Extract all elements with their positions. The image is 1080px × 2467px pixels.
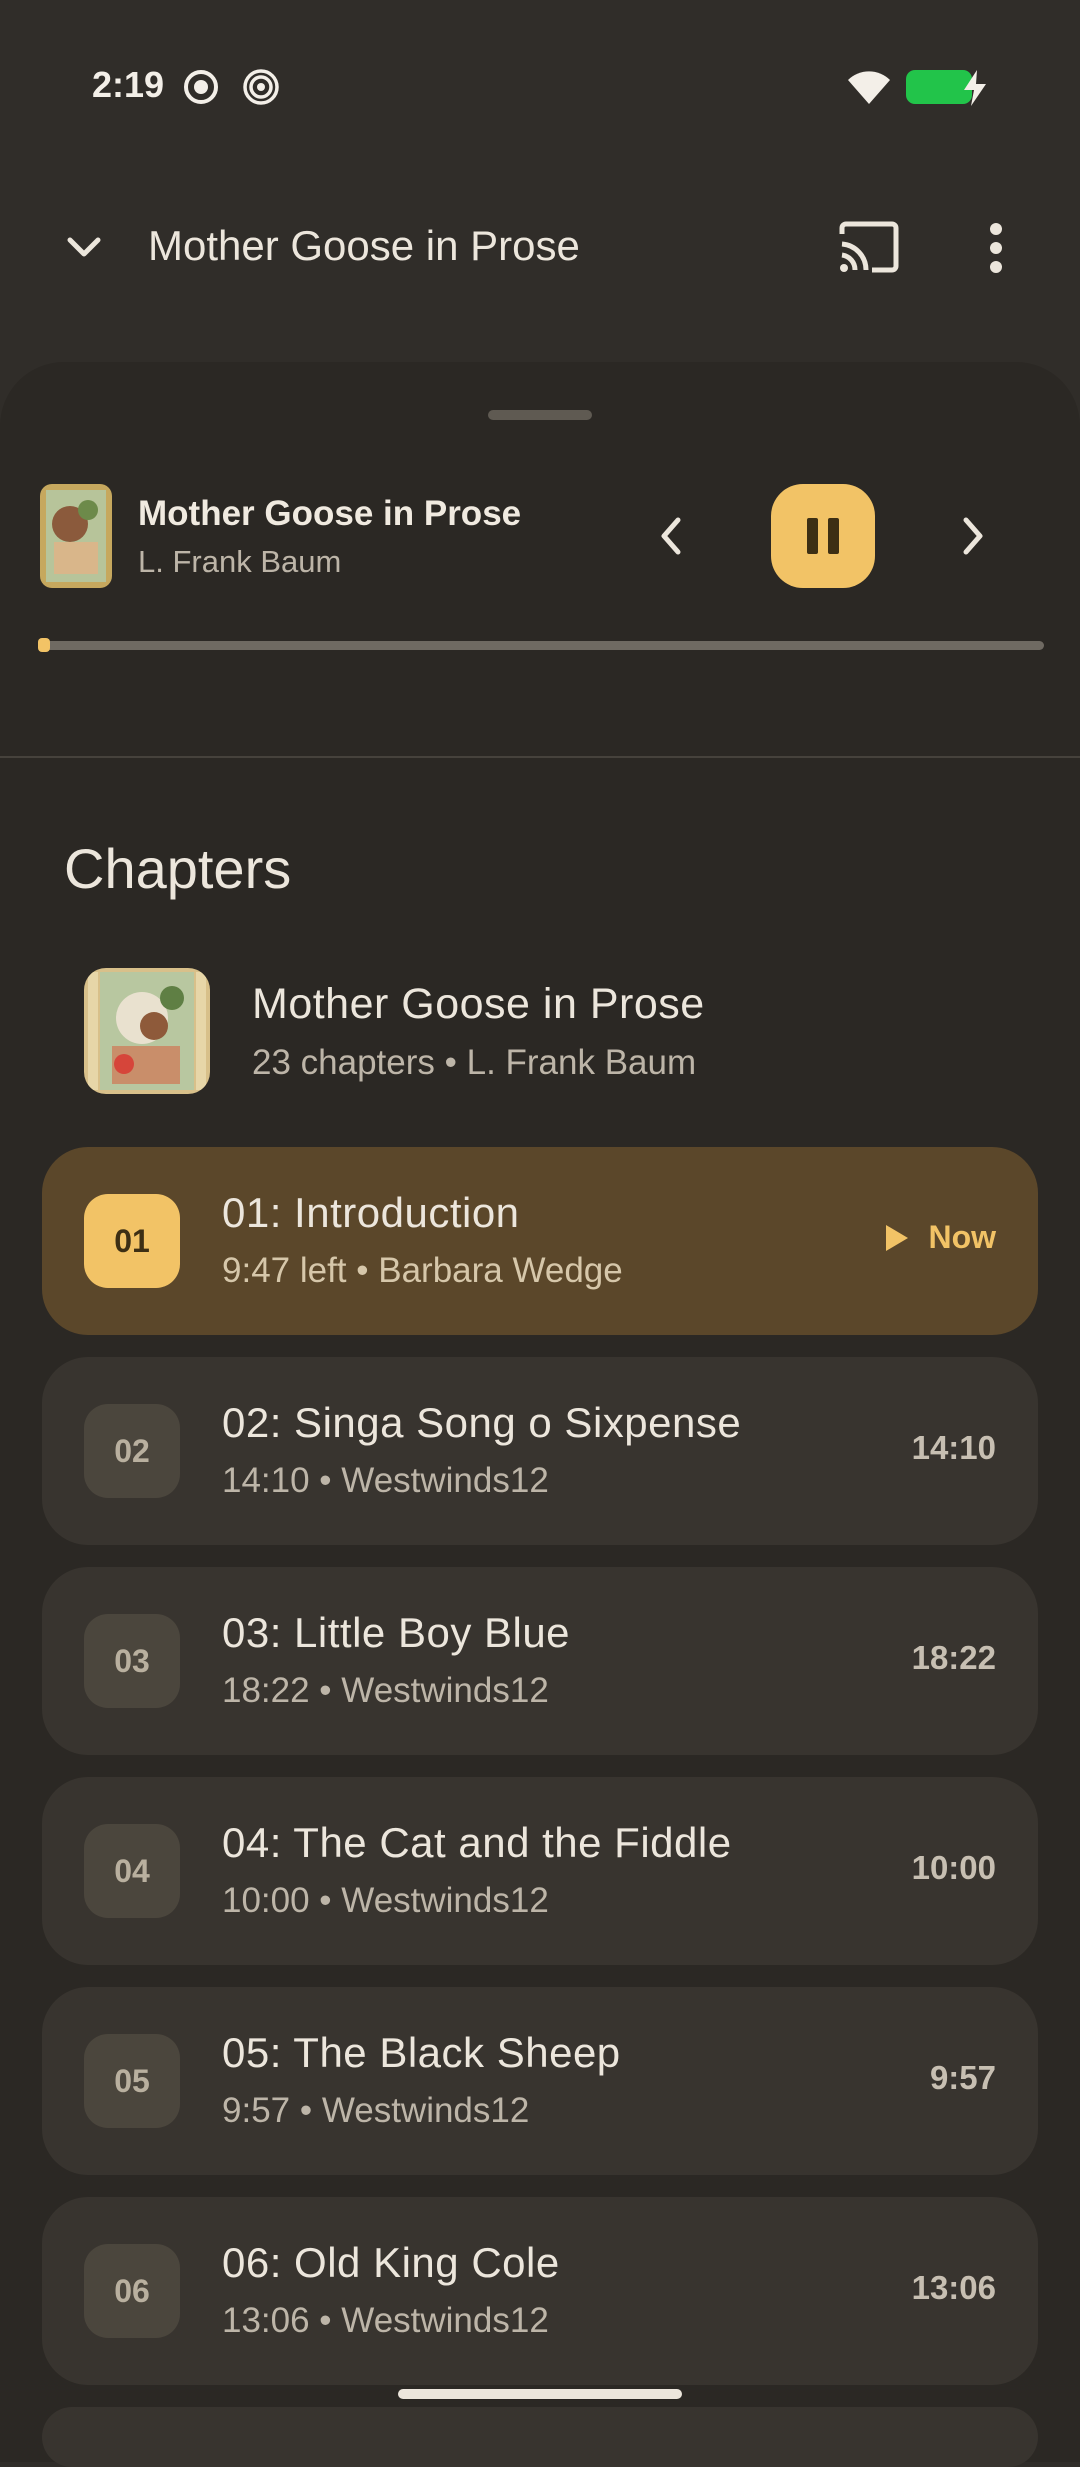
chapter-number-badge: 05 [84, 2034, 180, 2128]
chapter-item-01[interactable]: 01 01: Introduction 9:47 left • Barbara … [42, 1147, 1038, 1335]
wifi-icon [848, 71, 890, 104]
book-cover-image [84, 968, 210, 1094]
hotspot-icon [243, 69, 279, 105]
chapter-number-badge: 04 [84, 1824, 180, 1918]
gesture-navigation-bar[interactable] [398, 2389, 682, 2399]
pause-icon [807, 518, 839, 554]
chapter-meta: 9:57 • Westwinds12 [222, 2091, 530, 2130]
status-time: 2:19 [92, 64, 165, 105]
collapse-chevron-down-icon[interactable] [64, 232, 104, 262]
chapter-title: 01: Introduction [222, 1189, 520, 1236]
chapter-meta: 18:22 • Westwinds12 [222, 1671, 549, 1710]
next-chapter-chevron-right-icon[interactable] [952, 508, 996, 564]
chapter-number-badge: 03 [84, 1614, 180, 1708]
drag-handle[interactable] [488, 410, 592, 420]
chapter-duration: 18:22 [911, 1639, 996, 1676]
book-title: Mother Goose in Prose [252, 980, 705, 1028]
chapter-meta: 14:10 • Westwinds12 [222, 1461, 549, 1500]
more-options-icon[interactable] [984, 222, 1008, 274]
chapter-item-06[interactable]: 06 06: Old King Cole 13:06 • Westwinds12… [42, 2197, 1038, 2385]
playback-progress-fill[interactable] [38, 638, 50, 652]
chapter-duration: 13:06 [911, 2269, 996, 2306]
now-playing-label: Now [928, 1219, 996, 1255]
chapter-number-badge: 01 [84, 1194, 180, 1288]
chapter-title: 02: Singa Song o Sixpense [222, 1399, 742, 1446]
chapter-meta: 9:47 left • Barbara Wedge [222, 1251, 623, 1290]
chapter-item-03[interactable]: 03 03: Little Boy Blue 18:22 • Westwinds… [42, 1567, 1038, 1755]
screen-record-icon [184, 70, 218, 104]
play-icon [886, 1224, 909, 1251]
chapter-meta: 13:06 • Westwinds12 [222, 2301, 549, 2340]
app-bar-title: Mother Goose in Prose [148, 222, 580, 269]
chapter-duration: 14:10 [911, 1429, 996, 1466]
mini-player-title: Mother Goose in Prose [138, 494, 522, 533]
playback-progress-track[interactable] [38, 641, 1044, 650]
now-playing-indicator: Now [884, 1219, 996, 1256]
book-subtitle: 23 chapters • L. Frank Baum [252, 1043, 697, 1082]
chapter-number-badge: 06 [84, 2244, 180, 2338]
previous-chapter-chevron-left-icon[interactable] [648, 508, 692, 564]
chapter-item-partial[interactable] [42, 2407, 1038, 2467]
chapter-duration: 9:57 [929, 2059, 996, 2096]
section-divider [0, 756, 1080, 758]
chapter-meta: 10:00 • Westwinds12 [222, 1881, 549, 1920]
charging-bolt-icon [964, 70, 986, 106]
chapter-item-04[interactable]: 04 04: The Cat and the Fiddle 10:00 • We… [42, 1777, 1038, 1965]
chapter-item-02[interactable]: 02 02: Singa Song o Sixpense 14:10 • Wes… [42, 1357, 1038, 1545]
chapter-title: 05: The Black Sheep [222, 2029, 621, 2076]
chapter-item-05[interactable]: 05 05: The Black Sheep 9:57 • Westwinds1… [42, 1987, 1038, 2175]
chapter-number-badge: 02 [84, 1404, 180, 1498]
chapters-heading: Chapters [64, 837, 292, 900]
mini-player-author: L. Frank Baum [138, 544, 342, 579]
pause-button[interactable] [771, 484, 875, 588]
chapter-title: 03: Little Boy Blue [222, 1609, 571, 1656]
status-bar: 2:19 [0, 0, 1080, 120]
mini-player-cover [40, 484, 112, 588]
chapter-title: 06: Old King Cole [222, 2239, 560, 2286]
chapter-duration: 10:00 [911, 1849, 996, 1886]
chapter-title: 04: The Cat and the Fiddle [222, 1819, 732, 1866]
cast-icon[interactable] [838, 220, 900, 274]
